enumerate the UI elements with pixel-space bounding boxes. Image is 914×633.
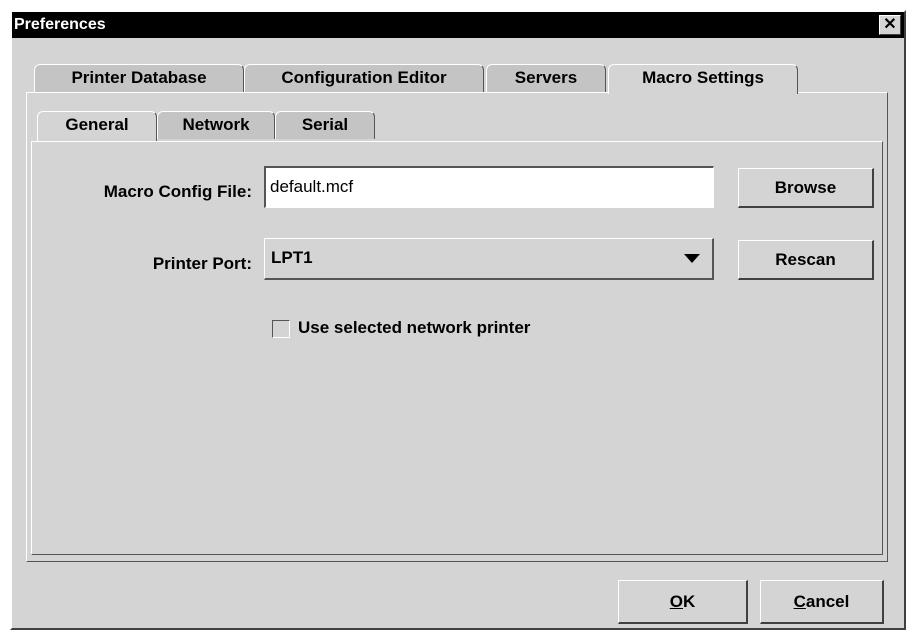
browse-button-label: Browse (774, 178, 837, 197)
close-button[interactable]: ✕ (879, 15, 901, 35)
cancel-mnemonic: C (793, 592, 806, 611)
rescan-button[interactable]: Rescan (738, 240, 874, 280)
use-network-printer-label[interactable]: Use selected network printer (298, 318, 530, 338)
general-panel: Macro Config File: default.mcf Browse Pr… (31, 141, 883, 555)
tab-printer-database[interactable]: Printer Database (34, 64, 244, 92)
ok-button[interactable]: OK (618, 580, 748, 624)
cancel-label: ancel (805, 592, 850, 611)
printer-port-select[interactable]: LPT1 (264, 238, 714, 280)
ok-mnemonic: O (669, 592, 683, 611)
tab-label: Macro Settings (642, 68, 764, 87)
tab-label: Servers (514, 68, 578, 87)
cancel-button[interactable]: Cancel (760, 580, 884, 624)
tab-label: Configuration Editor (281, 68, 447, 87)
printer-port-label: Printer Port: (152, 254, 252, 273)
preferences-dialog: Preferences ✕ Printer Database Configura… (10, 10, 906, 630)
tab-label: General (65, 115, 129, 134)
tab-network[interactable]: Network (157, 111, 275, 139)
rescan-button-label: Rescan (775, 250, 836, 269)
tab-macro-settings[interactable]: Macro Settings (608, 64, 798, 94)
macro-config-input[interactable]: default.mcf (264, 166, 714, 208)
chevron-down-icon[interactable] (684, 254, 700, 263)
window-title: Preferences (14, 16, 106, 33)
tab-label: Printer Database (71, 68, 207, 87)
tab-general[interactable]: General (37, 111, 157, 141)
tab-configuration-editor[interactable]: Configuration Editor (244, 64, 484, 92)
browse-button[interactable]: Browse (738, 168, 874, 208)
printer-port-value: LPT1 (271, 248, 313, 267)
tab-serial[interactable]: Serial (275, 111, 375, 139)
use-network-printer-checkbox[interactable] (272, 320, 290, 338)
tab-label: Serial (301, 115, 349, 134)
title-bar[interactable]: Preferences ✕ (12, 12, 904, 38)
tab-servers[interactable]: Servers (486, 64, 606, 92)
ok-label: K (682, 592, 696, 611)
tab-label: Network (182, 115, 250, 134)
macro-settings-panel: General Network Serial Macro Config File… (26, 92, 888, 562)
macro-config-label: Macro Config File: (103, 182, 252, 201)
close-icon: ✕ (883, 16, 897, 33)
